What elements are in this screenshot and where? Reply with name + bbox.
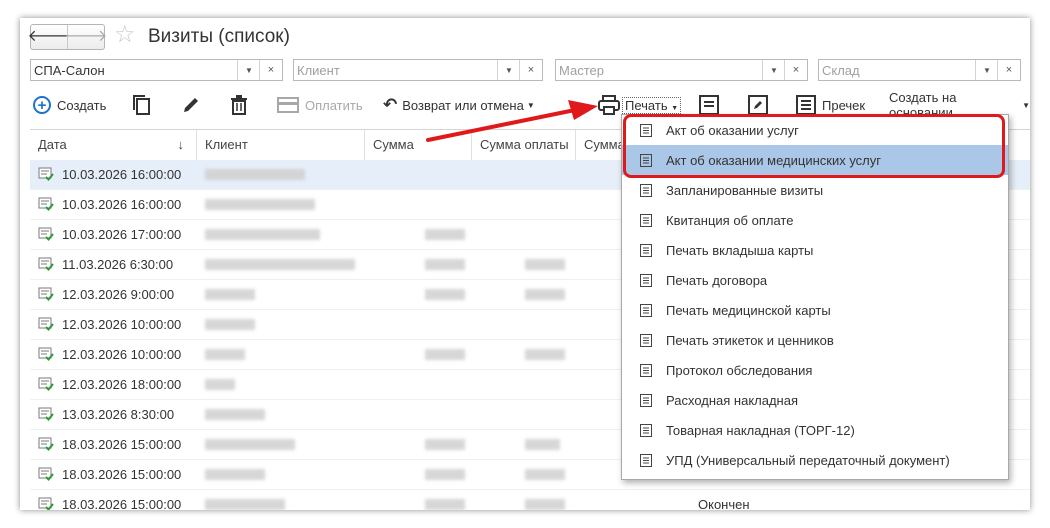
annotation-arrow-icon — [426, 100, 598, 142]
